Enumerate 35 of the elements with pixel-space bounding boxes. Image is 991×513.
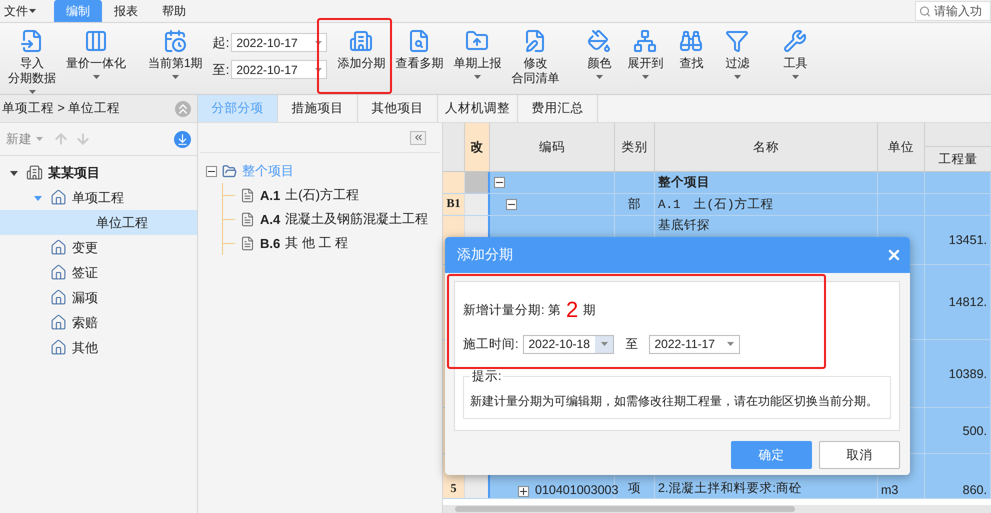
- time-label: 施工时间:: [463, 336, 518, 352]
- column-header: 类别: [615, 123, 655, 171]
- outline-code: A.4: [260, 212, 280, 226]
- table-cell: 部: [628, 196, 641, 213]
- row-number: 5: [450, 481, 456, 496]
- table-cell: 2.混凝土拌和料要求:商砼: [658, 480, 802, 497]
- outline-code: B.6: [260, 236, 280, 250]
- column-header: 工程量: [938, 150, 978, 168]
- table-cell: m3: [881, 483, 898, 497]
- dialog-title: 添加分期: [457, 246, 513, 264]
- column-header: 改: [465, 123, 490, 171]
- date-label: 起:: [212, 34, 230, 52]
- table-cell: 860.: [962, 483, 987, 497]
- column-header: 单位: [878, 123, 925, 171]
- outline-code: A.1: [260, 188, 280, 202]
- breadcrumb: 单项工程 > 单位工程: [2, 100, 120, 117]
- range-separator: 至: [625, 336, 638, 352]
- period-label: 新增计量分期: 第: [463, 302, 561, 318]
- table-cell: 010401003003: [535, 483, 618, 497]
- date-label: 至:: [212, 60, 230, 78]
- table-cell: 项: [628, 480, 641, 497]
- table-cell: 10389.: [948, 366, 987, 380]
- hint-title: 提示:: [471, 368, 502, 385]
- column-header: 编码: [490, 123, 615, 171]
- table-cell: 基底钎探: [658, 217, 710, 234]
- table-cell: 500.: [962, 424, 987, 438]
- hint-text: 新建计量分期为可编辑期，如需修改往期工程量，请在功能区切换当前分期。: [470, 393, 879, 410]
- table-cell: 14812.: [948, 295, 987, 309]
- table-cell-text: A.1 土(石)方工程: [658, 196, 774, 213]
- table-cell: 13451.: [948, 233, 987, 247]
- table-cell: 整个项目: [658, 174, 710, 191]
- row-number: B1: [446, 196, 460, 211]
- period-number: 2: [566, 297, 578, 323]
- period-suffix: 期: [583, 302, 596, 318]
- column-header: 名称: [655, 123, 878, 171]
